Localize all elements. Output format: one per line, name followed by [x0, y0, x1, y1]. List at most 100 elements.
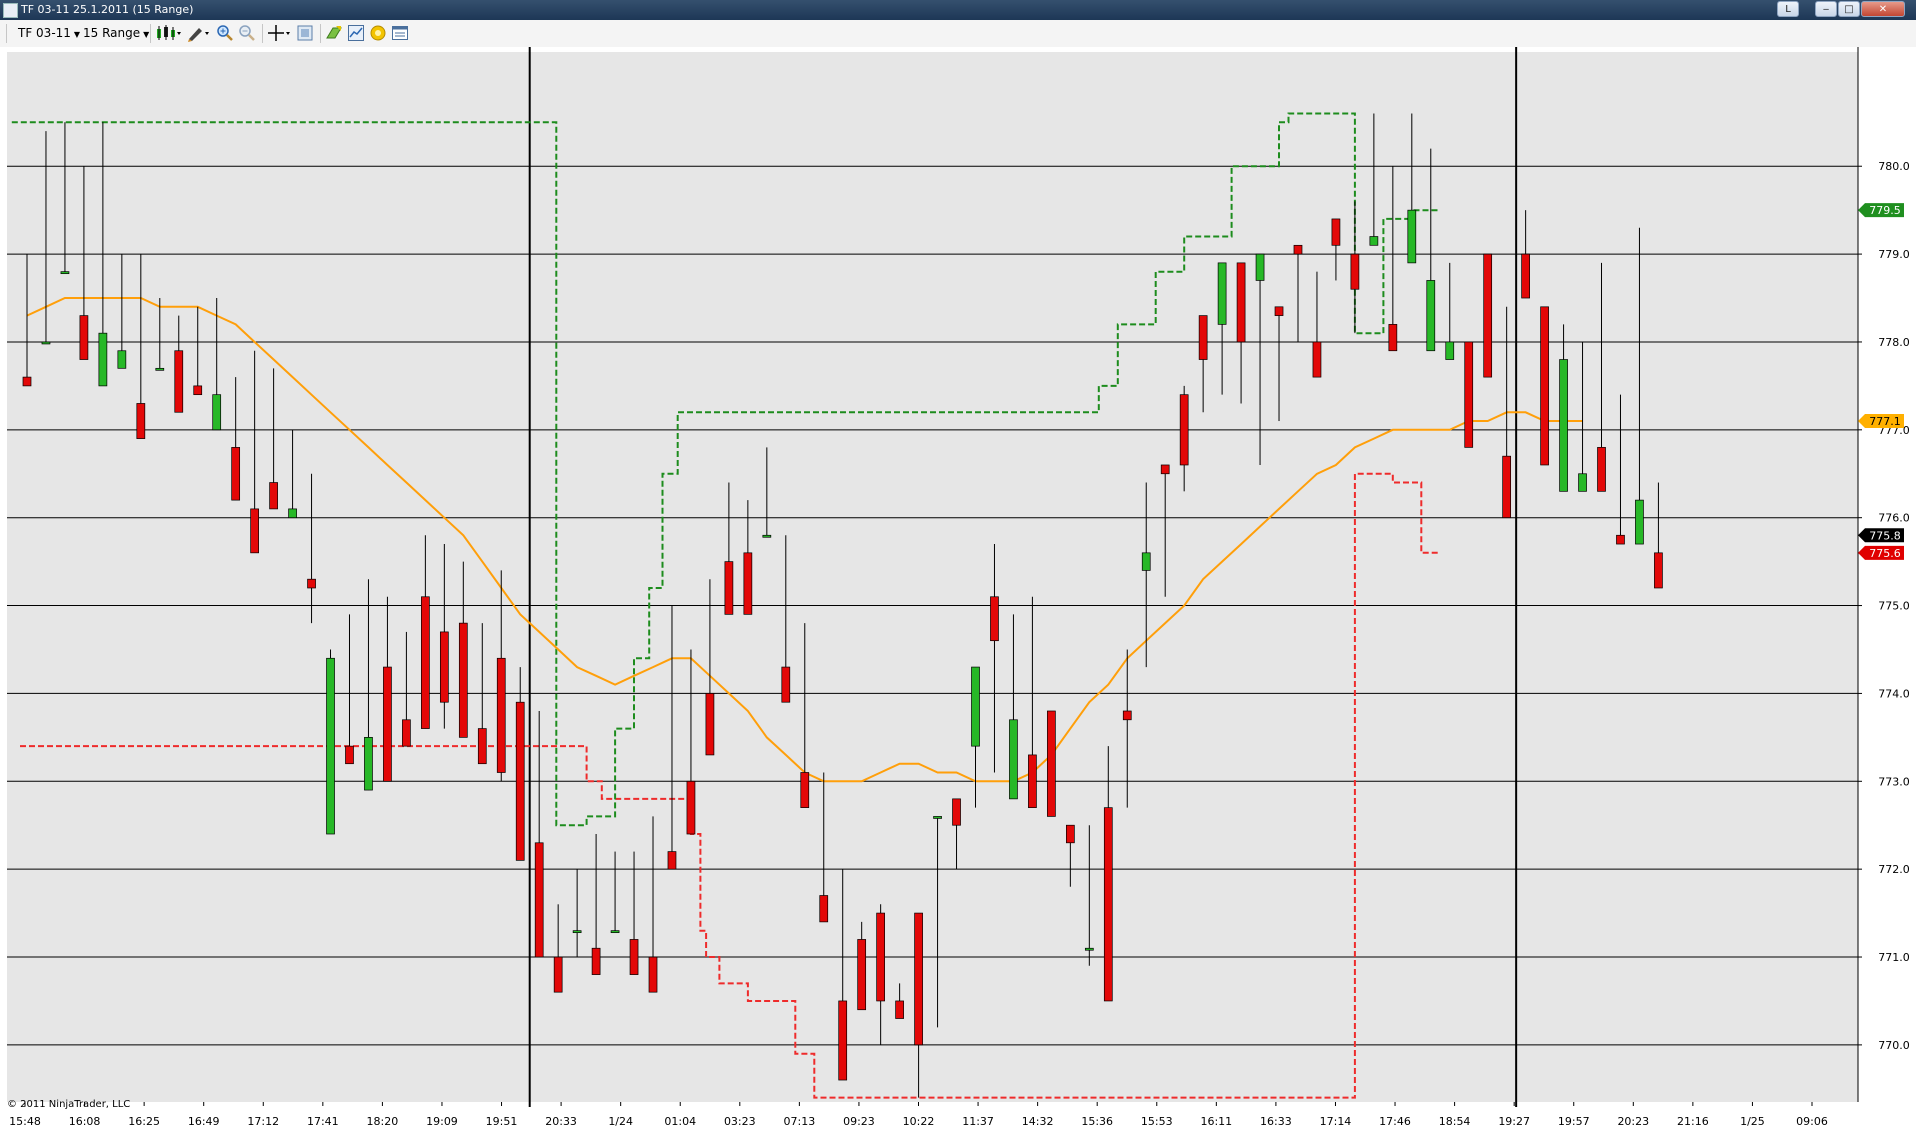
candle-body-up [1635, 499, 1644, 545]
candle-body-down [1028, 754, 1037, 808]
price-marker-label: 775.8 [1869, 529, 1901, 542]
x-tick-label: 17:14 [1320, 1115, 1352, 1128]
x-tick-label: 15:36 [1081, 1115, 1113, 1128]
maximize-button[interactable]: □ [1838, 1, 1860, 17]
candlestick-icon[interactable] [156, 24, 182, 45]
candle-body-down [1312, 341, 1322, 378]
toolbar-separator [320, 24, 321, 43]
candle-body-up [1578, 473, 1587, 492]
chart-toolbar: TF 03-11 ▼ 15 Range ▼ [0, 20, 1916, 48]
alert-icon[interactable] [369, 24, 387, 45]
candle-body-down [952, 798, 961, 826]
candle-body-down [174, 350, 184, 413]
candle [326, 649, 335, 835]
candle-body-down [515, 701, 525, 861]
x-tick-label: 16:49 [188, 1115, 220, 1128]
instrument-selector[interactable]: TF 03-11 ▼ [18, 26, 80, 40]
candle [1540, 306, 1549, 466]
price-chart[interactable]: 770.0771.0772.0773.0774.0775.0776.0777.0… [0, 47, 1916, 1137]
candle-body-down [781, 666, 791, 703]
candle-body-up [364, 737, 373, 791]
candle-body-down [686, 780, 696, 835]
minimize-button[interactable]: ‒ [1815, 1, 1837, 17]
x-tick-label: 1/25 [1740, 1115, 1765, 1128]
candle-body-down [1597, 447, 1606, 492]
candle-body-down [990, 596, 999, 642]
zoom-out-icon[interactable] [238, 24, 256, 45]
window-titlebar: TF 03-11 25.1.2011 (15 Range) L ‒ □ ✕ [0, 0, 1916, 20]
candle-body-down [383, 666, 392, 782]
candle [1483, 253, 1493, 378]
candle-body-up [1009, 719, 1018, 800]
candle-body-up [572, 930, 582, 934]
candle-body-down [496, 657, 506, 773]
candle-body-down [534, 842, 544, 958]
data-box-icon[interactable] [296, 24, 314, 45]
candle-body-down [743, 552, 753, 615]
candle-body-up [1407, 209, 1417, 264]
candle-body-up [155, 367, 165, 371]
link-button[interactable]: L [1777, 1, 1799, 17]
chevron-down-icon: ▼ [73, 30, 81, 39]
x-tick-label: 15:53 [1141, 1115, 1173, 1128]
crosshair-icon[interactable] [267, 24, 293, 45]
y-tick-label: 775.0 [1878, 600, 1910, 613]
candle-body-down [1198, 315, 1208, 360]
candle-body-up [933, 816, 942, 819]
candle-body-down [1388, 324, 1398, 352]
candle-body-up [1141, 552, 1151, 571]
candle-body-down [1179, 394, 1189, 466]
chart-trader-icon[interactable] [347, 24, 365, 45]
candle-body-down [1293, 244, 1303, 255]
y-tick-label: 774.0 [1878, 687, 1910, 700]
pencil-icon[interactable] [186, 24, 212, 45]
candle-body-down [800, 772, 810, 808]
y-tick-label: 773.0 [1878, 775, 1910, 788]
candle [1464, 341, 1474, 448]
x-tick-label: 10:22 [903, 1115, 935, 1128]
close-button[interactable]: ✕ [1861, 1, 1905, 17]
candle-body-down [269, 482, 278, 510]
toolbar-separator [262, 24, 263, 43]
x-tick-label: 03:23 [724, 1115, 756, 1128]
chevron-down-icon: ▼ [143, 30, 150, 39]
candle-body-up [610, 930, 620, 934]
x-tick-label: 19:51 [486, 1115, 518, 1128]
candle-body-down [819, 895, 829, 923]
candle-body-down [1122, 710, 1132, 721]
x-tick-label: 17:46 [1379, 1115, 1411, 1128]
candle-body-down [1047, 710, 1056, 817]
x-tick-label: 01:04 [664, 1115, 696, 1128]
candle-body-up [326, 657, 335, 835]
candle-body-down [1483, 253, 1493, 378]
strategy-icon[interactable] [325, 24, 343, 45]
price-marker-label: 775.6 [1869, 547, 1901, 560]
candle-body-down [1103, 807, 1113, 1002]
candle-body-down [591, 947, 601, 975]
zoom-in-icon[interactable] [216, 24, 234, 45]
price-marker-label: 779.5 [1869, 204, 1901, 217]
candle-body-down [307, 578, 316, 589]
period-selector[interactable]: 15 Range ▼ [83, 26, 149, 40]
candle-body-down [193, 385, 203, 396]
x-tick-label: 16:33 [1260, 1115, 1292, 1128]
candle-body-down [1616, 534, 1625, 545]
x-tick-label: 1/24 [608, 1115, 633, 1128]
candle-body-up [41, 341, 51, 345]
candle-body-down [1521, 253, 1530, 299]
x-tick-label: 16:08 [69, 1115, 101, 1128]
x-tick-label: 09:23 [843, 1115, 875, 1128]
x-tick-label: 18:20 [367, 1115, 399, 1128]
x-tick-label: 20:23 [1617, 1115, 1649, 1128]
candle-body-down [914, 912, 923, 1046]
candle-body-down [458, 622, 468, 738]
candle-body-down [1502, 455, 1512, 519]
x-tick-label: 21:16 [1677, 1115, 1709, 1128]
x-tick-label: 09:06 [1796, 1115, 1828, 1128]
price-marker-label: 777.1 [1869, 415, 1901, 428]
properties-icon[interactable] [391, 24, 409, 45]
candle-body-down [1540, 306, 1549, 466]
y-tick-label: 780.0 [1878, 160, 1910, 173]
candle-body-down [705, 693, 715, 756]
candle-body-up [762, 534, 772, 538]
